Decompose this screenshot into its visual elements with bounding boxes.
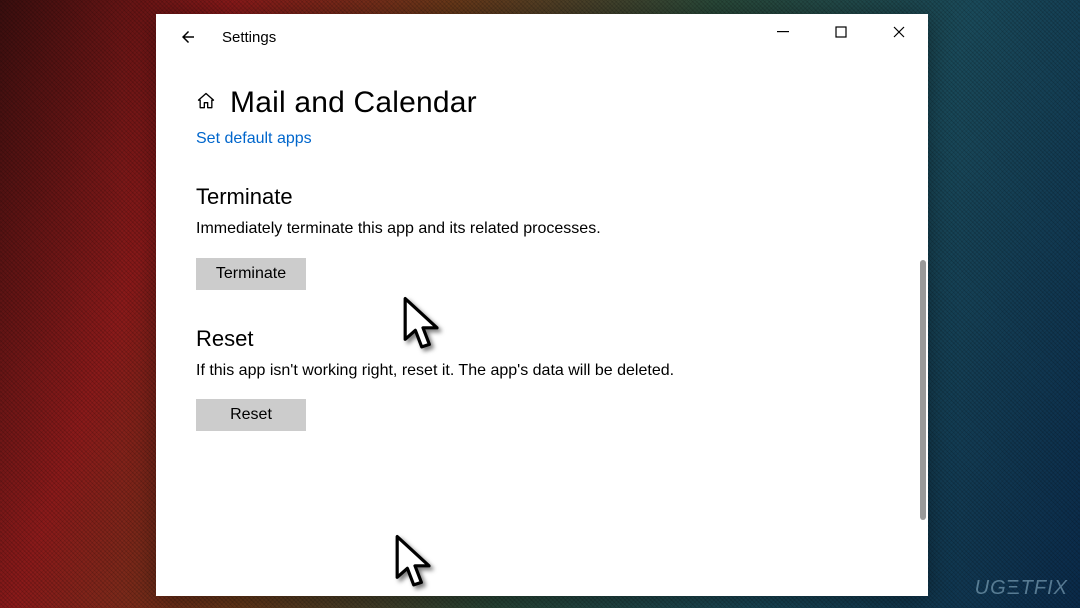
- page-header: Mail and Calendar: [196, 86, 888, 120]
- reset-description: If this app isn't working right, reset i…: [196, 360, 716, 382]
- page-title: Mail and Calendar: [230, 86, 477, 120]
- minimize-button[interactable]: [754, 14, 812, 50]
- back-button[interactable]: [170, 19, 206, 55]
- close-button[interactable]: [870, 14, 928, 50]
- content-area: Mail and Calendar Set default apps Termi…: [156, 60, 928, 596]
- reset-title: Reset: [196, 326, 888, 352]
- scrollbar-thumb[interactable]: [920, 260, 926, 520]
- window-controls: [754, 14, 928, 50]
- arrow-left-icon: [179, 28, 197, 46]
- settings-window: Settings Mail and Calendar Set default a…: [156, 14, 928, 596]
- terminate-section: Terminate Immediately terminate this app…: [196, 184, 888, 290]
- close-icon: [893, 26, 905, 38]
- minimize-icon: [777, 26, 789, 38]
- maximize-icon: [835, 26, 847, 38]
- reset-button[interactable]: Reset: [196, 399, 306, 431]
- home-icon[interactable]: [196, 91, 216, 116]
- set-default-apps-link[interactable]: Set default apps: [196, 130, 312, 148]
- maximize-button[interactable]: [812, 14, 870, 50]
- titlebar: Settings: [156, 14, 928, 60]
- terminate-button[interactable]: Terminate: [196, 258, 306, 290]
- terminate-title: Terminate: [196, 184, 888, 210]
- reset-section: Reset If this app isn't working right, r…: [196, 326, 888, 432]
- watermark: UGΞTFIX: [975, 577, 1068, 600]
- terminate-description: Immediately terminate this app and its r…: [196, 218, 716, 240]
- window-title: Settings: [222, 29, 276, 46]
